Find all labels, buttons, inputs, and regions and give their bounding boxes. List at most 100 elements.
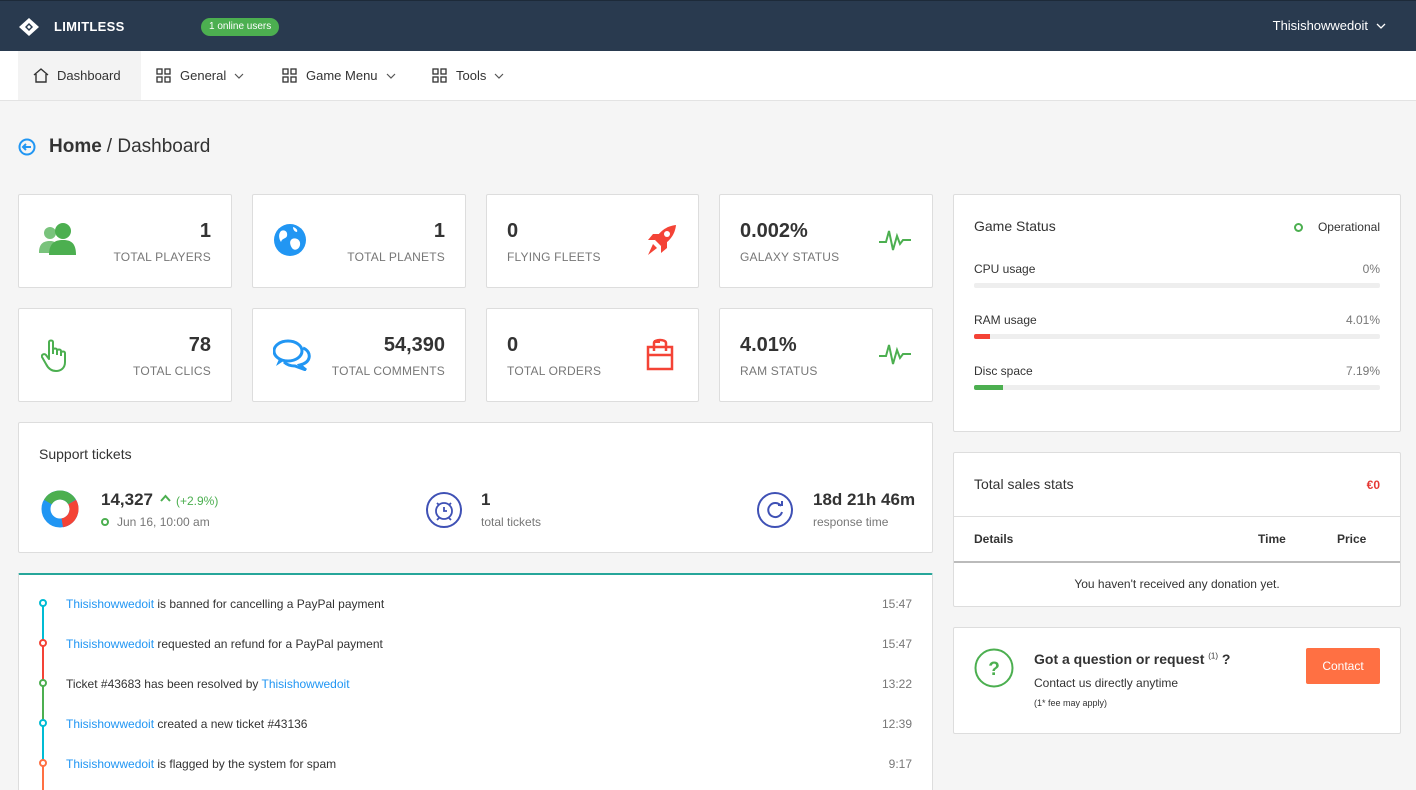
contact-subtitle: Contact us directly anytime <box>1034 676 1179 690</box>
chevron-down-icon <box>386 73 396 79</box>
response-time-label: response time <box>813 515 889 529</box>
progress-fill <box>974 385 1004 390</box>
breadcrumb-home[interactable]: Home <box>49 136 102 158</box>
col-time: Time <box>1258 532 1286 546</box>
breadcrumb: Home / Dashboard <box>18 136 210 158</box>
divider <box>954 516 1400 517</box>
nav-dashboard[interactable]: Dashboard <box>18 51 141 100</box>
donut-chart-icon <box>41 490 79 528</box>
stat-value: 4.01% <box>740 334 797 356</box>
stat-label: TOTAL ORDERS <box>507 364 602 378</box>
nav-general[interactable]: General <box>141 51 259 100</box>
total-tickets-label: total tickets <box>481 515 542 529</box>
cpu-usage-bar <box>974 283 1380 288</box>
stat-card-flying-fleets: 0 FLYING FLEETS <box>486 194 699 288</box>
sales-empty-message: You haven't received any donation yet. <box>1074 577 1280 591</box>
sales-title: Total sales stats <box>974 476 1074 492</box>
globe-icon <box>273 223 307 257</box>
username: Thisishowwedoit <box>1272 18 1368 33</box>
chevron-down-icon <box>234 73 244 79</box>
contact-button[interactable]: Contact <box>1306 648 1380 684</box>
brand-name[interactable]: LIMITLESS <box>54 19 125 34</box>
divider <box>954 561 1400 563</box>
nav-label: Game Menu <box>306 68 378 83</box>
timeline-time: 15:47 <box>881 637 912 651</box>
stat-value: 0.002% <box>740 220 808 242</box>
timeline-time: 12:39 <box>881 717 912 731</box>
game-status-title: Game Status <box>974 218 1056 234</box>
refresh-icon <box>756 491 794 529</box>
ram-usage-label: RAM usage <box>974 313 1037 327</box>
user-link[interactable]: Thisishowwedoit <box>66 757 154 771</box>
ticket-number[interactable]: #43136 <box>267 717 307 731</box>
stat-label: TOTAL PLAYERS <box>113 250 211 264</box>
timeline-text: created a new ticket <box>154 717 268 731</box>
ram-usage-value: 4.01% <box>1345 313 1380 327</box>
timeline-text: is flagged by the system for <box>154 757 307 771</box>
timeline-item: Thisishowwedoit requested an refund for … <box>66 637 912 651</box>
disc-space-label: Disc space <box>974 364 1033 378</box>
timeline-time: 9:17 <box>888 757 912 771</box>
ticket-count: 14,327 <box>101 490 153 509</box>
stat-label: GALAXY STATUS <box>740 250 840 264</box>
stat-card-total-orders: 0 TOTAL ORDERS <box>486 308 699 402</box>
activity-timeline: Thisishowwedoit is banned for cancelling… <box>18 573 933 790</box>
breadcrumb-current: Dashboard <box>117 136 211 157</box>
stat-value: 1 <box>199 220 211 242</box>
nav-label: Tools <box>456 68 487 83</box>
question-icon: ? <box>974 648 1014 688</box>
timeline-time: 15:47 <box>881 597 912 611</box>
grid-icon <box>156 67 172 84</box>
timeline-item: Thisishowwedoit is flagged by the system… <box>66 757 912 771</box>
contact-title: Got a question or request <box>1034 651 1205 667</box>
disc-space-value: 7.19% <box>1345 364 1380 378</box>
chevron-down-icon <box>1376 23 1386 29</box>
stat-value: 0 <box>507 334 519 356</box>
main-nav: Dashboard General Game Menu Tools <box>0 51 1416 101</box>
back-arrow-icon[interactable] <box>18 138 36 156</box>
status-dot-icon <box>1294 223 1303 232</box>
ram-usage-bar <box>974 334 1380 339</box>
timeline-item: Ticket #43683 has been resolved by Thisi… <box>66 677 912 691</box>
user-menu[interactable]: Thisishowwedoit <box>1273 18 1386 33</box>
stat-card-total-players: 1 TOTAL PLAYERS <box>18 194 232 288</box>
timeline-text: has been resolved by <box>140 677 262 691</box>
stat-card-ram-status: 4.01% RAM STATUS <box>719 308 933 402</box>
stat-label: FLYING FLEETS <box>507 250 601 264</box>
total-tickets-value: 1 <box>481 490 491 509</box>
stat-value: 78 <box>188 334 211 356</box>
timeline-dot <box>39 639 47 647</box>
ticket-change: (+2.9%) <box>176 494 219 508</box>
stat-label: RAM STATUS <box>740 364 818 378</box>
online-users-badge: 1 online users <box>201 18 280 36</box>
nav-label: General <box>180 68 227 83</box>
stat-label: TOTAL PLANETS <box>347 250 445 264</box>
user-link[interactable]: Thisishowwedoit <box>66 637 154 651</box>
nav-game-menu[interactable]: Game Menu <box>267 51 411 100</box>
flag-reason: spam <box>306 757 337 771</box>
timeline-text: is banned for cancelling a PayPal paymen… <box>154 597 385 611</box>
stat-card-total-planets: 1 TOTAL PLANETS <box>252 194 466 288</box>
timeline-text: Ticket <box>66 677 101 691</box>
user-link[interactable]: Thisishowwedoit <box>66 597 154 611</box>
contact-title-row: Got a question or request (1) ? <box>1034 651 1230 667</box>
logo-icon[interactable] <box>18 17 40 37</box>
nav-label: Dashboard <box>57 68 121 83</box>
timeline-item: Thisishowwedoit created a new ticket #43… <box>66 717 912 731</box>
game-status-value: Operational <box>1317 220 1380 234</box>
ticket-number[interactable]: #43683 <box>101 677 141 691</box>
user-link[interactable]: Thisishowwedoit <box>261 677 349 691</box>
pointer-icon <box>41 339 69 373</box>
users-icon <box>39 221 77 257</box>
stat-label: TOTAL CLICS <box>133 364 211 378</box>
user-link[interactable]: Thisishowwedoit <box>66 717 154 731</box>
disc-space-bar <box>974 385 1380 390</box>
breadcrumb-separator: / <box>106 136 118 157</box>
stat-card-total-clics: 78 TOTAL CLICS <box>18 308 232 402</box>
stat-value: 54,390 <box>383 334 445 356</box>
nav-tools[interactable]: Tools <box>417 51 519 100</box>
home-icon <box>33 68 49 83</box>
timeline-dot <box>39 679 47 687</box>
stat-value: 1 <box>433 220 445 242</box>
timeline-text: requested an refund for a PayPal payment <box>154 637 383 651</box>
